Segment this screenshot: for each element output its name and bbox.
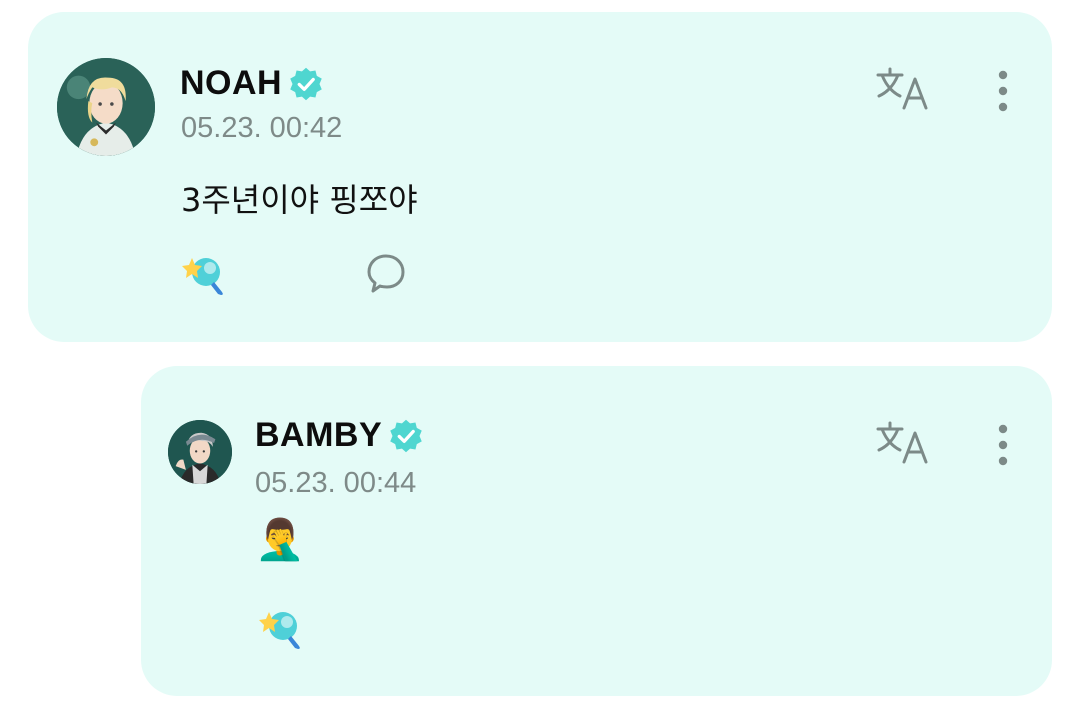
post-message: 3주년이야 핑쪼야 bbox=[181, 181, 418, 219]
verified-badge-icon bbox=[290, 67, 322, 100]
reply-timestamp: 05.23. 00:44 bbox=[255, 467, 417, 499]
verified-badge-icon bbox=[390, 419, 422, 452]
cheer-lightstick-icon[interactable] bbox=[178, 250, 232, 296]
avatar[interactable] bbox=[55, 56, 157, 158]
bamby-avatar-image bbox=[168, 420, 232, 484]
post-timestamp: 05.23. 00:42 bbox=[181, 112, 343, 144]
reply-message: 🤦‍♂️ bbox=[255, 517, 305, 563]
more-vertical-icon[interactable] bbox=[995, 422, 1011, 470]
author-row: BAMBY bbox=[255, 416, 424, 455]
translate-icon[interactable] bbox=[874, 420, 932, 466]
translate-icon[interactable] bbox=[874, 66, 932, 112]
author-row: NOAH bbox=[180, 64, 324, 103]
post-actions bbox=[178, 250, 496, 296]
cheer-lightstick-icon[interactable] bbox=[255, 604, 309, 650]
avatar[interactable] bbox=[168, 420, 232, 484]
reply-card[interactable]: BAMBY 05.23. 00:44 🤦‍♂️ bbox=[141, 366, 1052, 696]
post-card[interactable]: NOAH 05.23. 00:42 3주년이야 핑쪼야 bbox=[28, 12, 1052, 342]
more-vertical-icon[interactable] bbox=[995, 68, 1011, 116]
noah-avatar-image bbox=[57, 58, 155, 156]
author-name[interactable]: NOAH bbox=[180, 64, 282, 103]
reply-actions bbox=[255, 604, 397, 650]
author-name[interactable]: BAMBY bbox=[255, 416, 382, 455]
comment-bubble-icon[interactable] bbox=[364, 251, 408, 295]
